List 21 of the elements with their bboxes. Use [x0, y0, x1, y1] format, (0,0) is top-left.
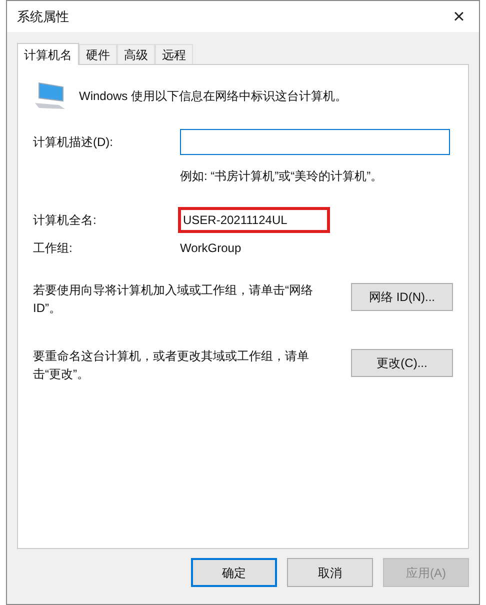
tab[interactable]: 计算机名	[17, 43, 79, 65]
instruction-text: 要重命名这台计算机，或者更改其域或工作组，请单击“更改”。	[33, 348, 310, 383]
description-field[interactable]	[180, 129, 450, 155]
field-label: 计算机全名:	[33, 212, 98, 229]
window-title: 系统属性	[17, 8, 69, 26]
field-label: 工作组:	[33, 240, 74, 257]
dialog-button[interactable]: 确定	[191, 558, 277, 587]
dialog-button[interactable]: 取消	[287, 558, 373, 587]
action-button[interactable]: 更改(C)...	[351, 349, 453, 377]
workgroup-value: WorkGroup	[180, 240, 242, 257]
intro-text: Windows 使用以下信息在网络中标识这台计算机。	[79, 88, 348, 105]
close-button[interactable]: ×	[439, 1, 479, 32]
example-text: 例如: “书房计算机”或“美玲的计算机”。	[180, 169, 383, 183]
instruction-text: 若要使用向导将计算机加入域或工作组，请单击“网络 ID”。	[33, 282, 314, 317]
computer-icon	[33, 81, 67, 111]
tab[interactable]: 硬件	[79, 44, 117, 64]
action-button[interactable]: 网络 ID(N)...	[351, 283, 453, 311]
field-label: 计算机描述(D):	[33, 134, 114, 151]
tab[interactable]: 远程	[155, 44, 193, 64]
tab[interactable]: 高级	[117, 44, 155, 64]
computer-name-value: USER-20211124UL	[178, 207, 330, 233]
